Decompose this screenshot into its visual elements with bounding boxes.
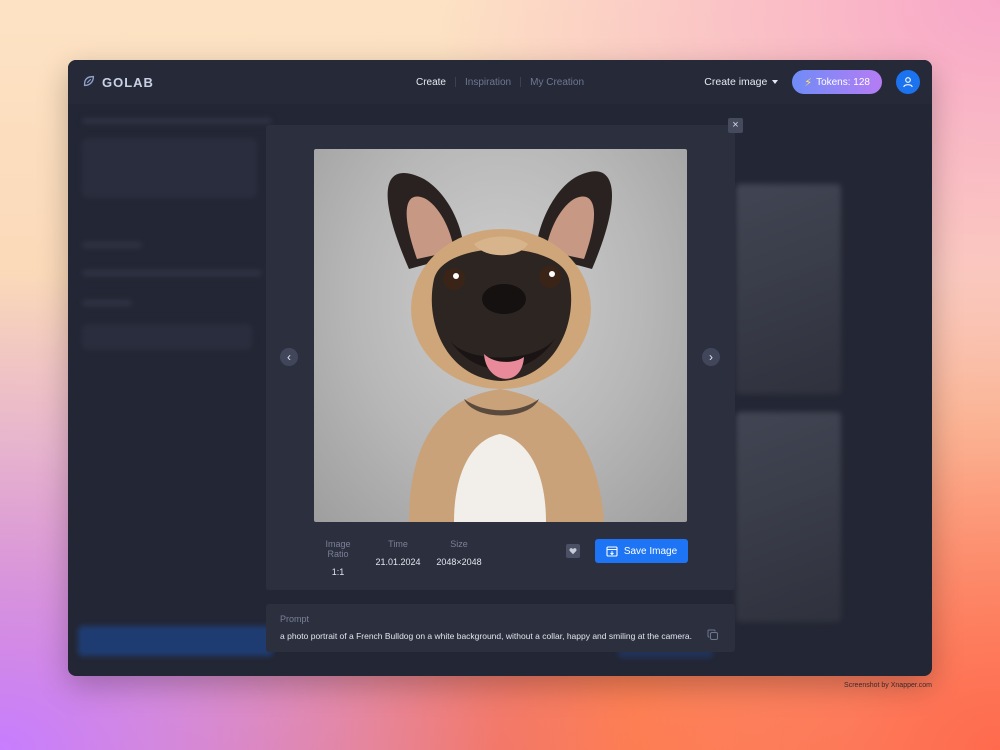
chevron-left-icon: ‹ xyxy=(287,350,291,364)
nav-item-my-creation[interactable]: My Creation xyxy=(521,77,593,88)
generated-image[interactable] xyxy=(314,149,687,522)
bg-button xyxy=(78,626,273,656)
prompt-panel: Prompt a photo portrait of a French Bull… xyxy=(266,604,735,652)
logo-text: GOLAB xyxy=(102,74,154,90)
bg-text xyxy=(82,242,142,248)
image-preview-modal: ‹ › Image Ratio 1:1 Time 21.01.2024 Size… xyxy=(266,125,735,590)
close-icon: × xyxy=(732,119,739,131)
top-bar: GOLAB Create Inspiration My Creation Cre… xyxy=(68,60,932,104)
bg-panel xyxy=(82,138,257,198)
screenshot-credit: Screenshot by Xnapper.com xyxy=(844,682,932,689)
meta-time: Time 21.01.2024 xyxy=(374,539,422,567)
prompt-text: a photo portrait of a French Bulldog on … xyxy=(280,631,693,641)
bg-thumbnail xyxy=(736,184,841,394)
meta-label: Size xyxy=(450,539,468,549)
save-image-button[interactable]: Save Image xyxy=(595,539,688,563)
user-icon xyxy=(903,77,913,88)
meta-label: Time xyxy=(388,539,408,549)
copy-prompt-button[interactable] xyxy=(707,628,719,640)
next-image-button[interactable]: › xyxy=(702,348,720,366)
create-image-dropdown[interactable]: Create image xyxy=(704,76,779,88)
copy-icon xyxy=(707,629,718,640)
bg-text xyxy=(82,300,132,306)
tokens-badge[interactable]: ⚡ Tokens: 128 xyxy=(792,70,882,94)
bg-text xyxy=(82,118,272,124)
meta-value: 2048×2048 xyxy=(436,557,482,567)
previous-image-button[interactable]: ‹ xyxy=(280,348,298,366)
main-nav: Create Inspiration My Creation xyxy=(407,77,593,88)
close-modal-button[interactable]: × xyxy=(728,118,743,133)
logo[interactable]: GOLAB xyxy=(82,74,154,91)
chevron-right-icon: › xyxy=(709,350,713,364)
favorite-button[interactable] xyxy=(566,544,580,558)
lightning-icon: ⚡ xyxy=(804,76,813,89)
app-window: GOLAB Create Inspiration My Creation Cre… xyxy=(68,60,932,676)
meta-image-ratio: Image Ratio 1:1 xyxy=(314,539,362,577)
header-actions: Create image ⚡ Tokens: 128 xyxy=(704,70,920,94)
meta-value: 21.01.2024 xyxy=(375,557,421,567)
save-image-label: Save Image xyxy=(623,545,678,557)
bg-panel xyxy=(82,324,252,350)
dog-illustration xyxy=(387,171,613,522)
meta-label: Image Ratio xyxy=(325,539,351,559)
logo-icon xyxy=(82,74,96,91)
download-icon xyxy=(606,546,618,557)
tokens-label: Tokens: 128 xyxy=(816,76,870,88)
user-avatar[interactable] xyxy=(896,70,920,94)
nav-item-inspiration[interactable]: Inspiration xyxy=(456,77,520,88)
meta-value: 1:1 xyxy=(331,567,345,577)
prompt-label: Prompt xyxy=(280,614,310,624)
bg-text xyxy=(82,270,262,276)
meta-size: Size 2048×2048 xyxy=(432,539,486,567)
heart-icon xyxy=(569,548,577,555)
bg-thumbnail xyxy=(736,412,841,622)
chevron-down-icon xyxy=(772,80,779,84)
nav-item-create[interactable]: Create xyxy=(407,77,455,88)
create-image-label: Create image xyxy=(704,76,768,88)
